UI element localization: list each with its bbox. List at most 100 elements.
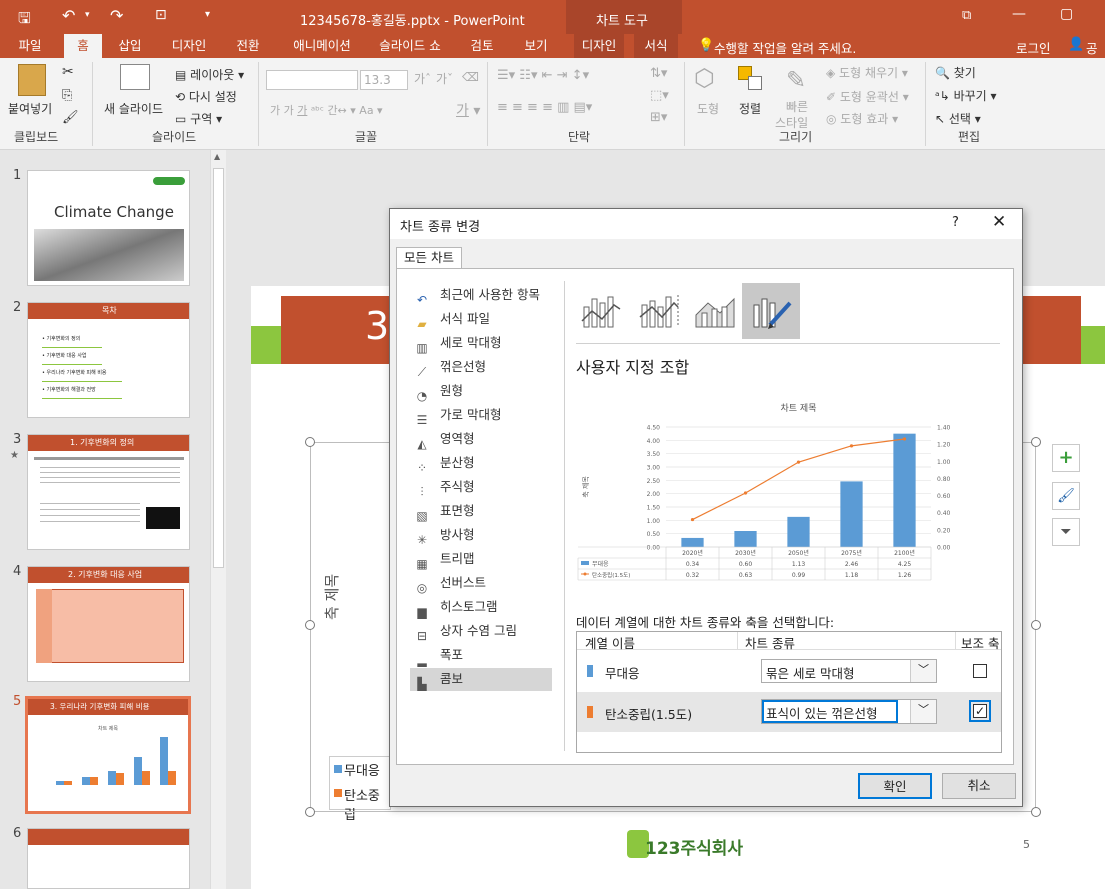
- align-text-icon[interactable]: ⬚▾: [650, 88, 669, 103]
- undo-dropdown-icon[interactable]: ▾: [85, 10, 90, 20]
- quick-styles-label-1[interactable]: 빠른: [786, 98, 808, 115]
- scroll-thumb[interactable]: [213, 168, 224, 568]
- slide-thumbnail-1[interactable]: Climate Change: [27, 170, 190, 286]
- sign-in-link[interactable]: 로그인: [1016, 38, 1051, 57]
- font-grow-icon[interactable]: 가ˆ: [414, 70, 431, 87]
- nav-item[interactable]: ◭ 영역형: [410, 427, 552, 451]
- tell-me-box[interactable]: 수행할 작업을 알려 주세요.: [714, 38, 856, 57]
- tab-chart-format[interactable]: 서식: [634, 34, 678, 58]
- scroll-up-icon[interactable]: ▲: [214, 152, 220, 161]
- resize-handle[interactable]: [305, 620, 315, 630]
- slideshow-start-icon[interactable]: ⊡: [155, 7, 167, 23]
- tab-file[interactable]: 파일: [8, 34, 52, 58]
- replace-button[interactable]: ᵃ↳ 바꾸기 ▾: [935, 87, 997, 104]
- paste-button[interactable]: 붙여넣기: [8, 100, 52, 117]
- text-direction-icon[interactable]: ⇅▾: [650, 66, 667, 81]
- nav-item[interactable]: ◎ 선버스트: [410, 571, 552, 595]
- slide-thumbnail-6[interactable]: [27, 828, 190, 889]
- nav-item[interactable]: ✳ 방사형: [410, 523, 552, 547]
- chevron-down-icon[interactable]: ﹀: [910, 660, 936, 682]
- nav-item[interactable]: ⫶ 주식형: [410, 475, 552, 499]
- nav-item[interactable]: ◔ 원형: [410, 379, 552, 403]
- slide-thumbnail-2[interactable]: 목차 • 기후변화의 정의 • 기후변화 대응 사업 • 우리나라 기후변화 피…: [27, 302, 190, 418]
- resize-handle[interactable]: [1031, 437, 1041, 447]
- chart-type-select-2[interactable]: 표식이 있는 꺾은선형 ﹀: [761, 699, 937, 724]
- nav-item[interactable]: ▥ 세로 막대형: [410, 331, 552, 355]
- chart-type-select-1[interactable]: 묶은 세로 막대형 ﹀: [761, 659, 937, 683]
- bullets-icons[interactable]: ☰▾ ☷▾ ⇤ ⇥ ↕▾: [497, 68, 589, 83]
- secondary-axis-checkbox-2[interactable]: ✓: [973, 704, 987, 718]
- font-name-box[interactable]: [266, 70, 358, 90]
- tab-transitions[interactable]: 전환: [228, 34, 268, 58]
- shapes-button[interactable]: 도형: [697, 100, 719, 117]
- combo-subtype-2-icon[interactable]: [638, 291, 682, 331]
- section-button[interactable]: ▭ 구역 ▾: [175, 110, 222, 127]
- slide-thumbnail-3[interactable]: 1. 기후변화의 정의: [27, 434, 190, 550]
- custom-combo-subtype-selected[interactable]: [742, 283, 800, 339]
- align-icons[interactable]: ≡ ≡ ≡ ≡ ▥ ▤▾: [497, 100, 592, 115]
- font-size-box[interactable]: 13.3: [360, 70, 408, 90]
- tab-slideshow[interactable]: 슬라이드 쇼: [374, 34, 446, 58]
- tab-all-charts[interactable]: 모든 차트: [396, 247, 462, 269]
- chart-elements-button[interactable]: +: [1052, 444, 1080, 472]
- shape-outline-button[interactable]: ✐ 도형 윤곽선 ▾: [826, 88, 909, 105]
- resize-handle[interactable]: [1031, 807, 1041, 817]
- tab-review[interactable]: 검토: [462, 34, 502, 58]
- combo-subtype-1-icon[interactable]: [580, 291, 624, 331]
- nav-item[interactable]: ⟋ 꺾은선형: [410, 355, 552, 379]
- nav-item[interactable]: ☰ 가로 막대형: [410, 403, 552, 427]
- layout-button[interactable]: ▤ 레이아웃 ▾: [175, 66, 244, 83]
- nav-item[interactable]: ▙ 콤보: [410, 667, 552, 691]
- font-shrink-icon[interactable]: 가ˇ: [436, 70, 453, 87]
- close-icon[interactable]: ✕: [992, 212, 1006, 232]
- resize-handle[interactable]: [305, 807, 315, 817]
- tab-home[interactable]: 홈: [64, 34, 102, 58]
- arrange-icon[interactable]: [738, 66, 764, 92]
- arrange-button[interactable]: 정렬: [739, 100, 761, 117]
- redo-icon[interactable]: ↷: [110, 6, 123, 25]
- copy-icon[interactable]: ⎘: [62, 88, 72, 103]
- thumbnails-scrollbar[interactable]: ▲: [210, 150, 226, 889]
- paste-icon[interactable]: [18, 64, 46, 96]
- nav-item[interactable]: ▂ 폭포: [410, 643, 552, 667]
- tab-view[interactable]: 보기: [516, 34, 556, 58]
- shape-effect-button[interactable]: ◎ 도형 효과 ▾: [826, 110, 898, 127]
- nav-item[interactable]: ▰ 서식 파일: [410, 307, 552, 331]
- ribbon-display-icon[interactable]: ⧉: [962, 8, 971, 23]
- clear-format-icon[interactable]: ⌫: [462, 70, 479, 84]
- nav-item[interactable]: ⊟ 상자 수염 그림: [410, 619, 552, 643]
- undo-icon[interactable]: ↶: [62, 6, 75, 25]
- nav-item[interactable]: ▆ 히스토그램: [410, 595, 552, 619]
- find-button[interactable]: 🔍 찾기: [935, 64, 976, 81]
- maximize-icon[interactable]: ▢: [1060, 6, 1073, 22]
- resize-handle[interactable]: [1031, 620, 1041, 630]
- font-style-icons[interactable]: 가 가 가 ᵃᵇᶜ 간↔ ▾ Aa ▾: [270, 102, 383, 118]
- cut-icon[interactable]: ✂: [62, 64, 74, 80]
- select-button[interactable]: ↖ 선택 ▾: [935, 110, 981, 127]
- save-icon[interactable]: 🖫: [18, 8, 31, 33]
- chevron-down-icon[interactable]: ﹀: [910, 700, 936, 723]
- shape-fill-button[interactable]: ◈ 도형 채우기 ▾: [826, 64, 908, 81]
- chart-styles-button[interactable]: 🖌: [1052, 482, 1080, 510]
- tab-design[interactable]: 디자인: [164, 34, 214, 58]
- minimize-icon[interactable]: —: [1012, 6, 1026, 22]
- customize-qat-icon[interactable]: ▾: [205, 9, 210, 20]
- reset-button[interactable]: ⟲ 다시 설정: [175, 88, 237, 105]
- font-color-icon[interactable]: 가 ▾: [456, 100, 480, 120]
- slide-thumbnail-5[interactable]: 3. 우리나라 기후변화 피해 비용 차트 제목: [25, 696, 191, 814]
- nav-item[interactable]: ▧ 표면형: [410, 499, 552, 523]
- smartart-icon[interactable]: ⊞▾: [650, 110, 667, 125]
- tab-chart-design[interactable]: 디자인: [574, 34, 624, 58]
- quick-styles-icon[interactable]: ✎: [786, 66, 806, 94]
- new-slide-button[interactable]: 새 슬라이드: [104, 100, 163, 117]
- nav-item[interactable]: ▦ 트리맵: [410, 547, 552, 571]
- secondary-axis-checkbox-1[interactable]: [973, 664, 987, 678]
- ok-button[interactable]: 확인: [858, 773, 932, 799]
- shapes-icon[interactable]: ⬡: [694, 64, 715, 92]
- tab-insert[interactable]: 삽입: [110, 34, 150, 58]
- nav-item[interactable]: ⁘ 분산형: [410, 451, 552, 475]
- new-slide-icon[interactable]: [120, 64, 150, 90]
- resize-handle[interactable]: [305, 437, 315, 447]
- help-button[interactable]: ?: [952, 215, 959, 230]
- combo-subtype-3-icon[interactable]: [694, 291, 738, 331]
